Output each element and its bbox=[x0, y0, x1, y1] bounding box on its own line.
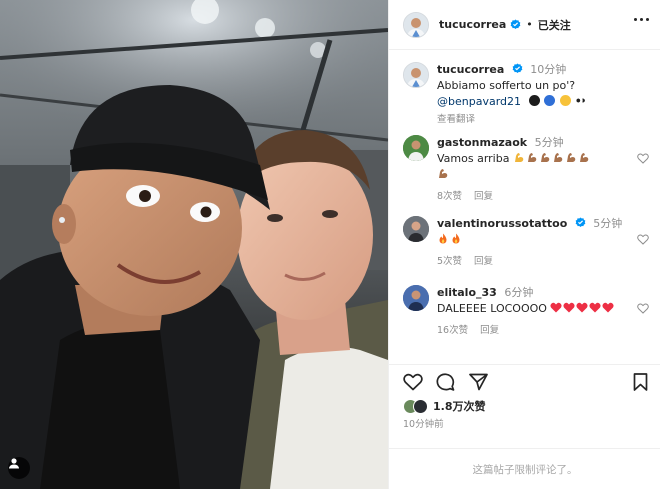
comments-list: tucucorrea 10分钟 Abbiamo sofferto un po'?… bbox=[389, 51, 660, 363]
comment-username[interactable]: valentinorussotattoo bbox=[437, 217, 567, 230]
action-bar bbox=[389, 364, 660, 400]
bookmark-icon[interactable] bbox=[633, 373, 648, 391]
comments-limited-notice: 这篇帖子限制评论了。 bbox=[389, 448, 660, 489]
caption-mention-link[interactable]: @benpavard21 bbox=[437, 95, 521, 108]
commenter-avatar[interactable] bbox=[403, 216, 429, 242]
comment-text: Vamos arriba bbox=[437, 152, 510, 165]
red-heart-emoji bbox=[550, 302, 562, 313]
verified-badge-icon bbox=[575, 217, 586, 227]
post-photo[interactable] bbox=[0, 0, 388, 489]
comment-text: DALEEEE LOCOOOO bbox=[437, 302, 547, 315]
flexed-bicep-emoji bbox=[553, 153, 563, 162]
reply-button[interactable]: 回复 bbox=[480, 322, 499, 336]
user-tag-button[interactable] bbox=[8, 457, 30, 479]
fire-emoji bbox=[452, 233, 460, 244]
instagram-post: tucucorrea • 已关注 tucucorrea 10分钟 Abbiamo… bbox=[0, 0, 660, 489]
author-username[interactable]: tucucorrea bbox=[439, 18, 506, 31]
fire-emoji bbox=[439, 233, 447, 244]
verified-badge-icon bbox=[512, 63, 523, 73]
author-avatar-image bbox=[404, 12, 428, 37]
commenter-avatar-image bbox=[403, 135, 429, 161]
post-side-panel: tucucorrea • 已关注 tucucorrea 10分钟 Abbiamo… bbox=[388, 0, 660, 489]
comment-like-count[interactable]: 8次赞 bbox=[437, 188, 462, 202]
reply-button[interactable]: 回复 bbox=[474, 188, 493, 202]
red-heart-emoji bbox=[576, 302, 588, 313]
more-options-icon[interactable] bbox=[634, 18, 649, 21]
heart-icon[interactable] bbox=[637, 153, 649, 164]
see-translation-link[interactable]: 查看翻译 bbox=[437, 111, 475, 125]
caption-time: 10分钟 bbox=[530, 63, 567, 76]
caption-avatar-image bbox=[404, 63, 428, 87]
comment-time: 5分钟 bbox=[593, 217, 623, 230]
flexed-bicep-emoji bbox=[566, 153, 576, 162]
blue-circle-emoji bbox=[544, 95, 556, 106]
flexed-bicep-emoji bbox=[579, 153, 589, 162]
red-heart-emoji bbox=[563, 302, 575, 313]
comment-time: 5分钟 bbox=[534, 136, 564, 149]
red-heart-emoji bbox=[589, 302, 601, 313]
comment-like-count[interactable]: 16次赞 bbox=[437, 322, 468, 336]
flexed-bicep-emoji bbox=[439, 169, 448, 178]
flexed-bicep-emoji bbox=[540, 153, 550, 162]
red-heart-emoji bbox=[602, 302, 614, 313]
caption-username[interactable]: tucucorrea bbox=[437, 63, 504, 76]
likes-count[interactable]: 1.8万次赞 bbox=[433, 398, 486, 414]
post-timestamp[interactable]: 10分钟前 bbox=[403, 416, 444, 430]
eyes-emoji bbox=[575, 95, 587, 106]
heart-icon[interactable] bbox=[403, 373, 423, 391]
following-button[interactable]: 已关注 bbox=[538, 17, 571, 33]
commenter-avatar-image bbox=[403, 285, 429, 311]
comment-body: gastonmazaok 5分钟 Vamos arriba 8次赞 回复 bbox=[437, 135, 633, 202]
comment-body: valentinorussotattoo 5分钟 5次赞 回复 bbox=[437, 216, 633, 267]
selfie-illustration bbox=[0, 0, 388, 489]
flexed-bicep-emoji bbox=[514, 153, 524, 162]
heart-icon[interactable] bbox=[637, 234, 649, 245]
header-separator: • bbox=[526, 18, 533, 31]
commenter-avatar[interactable] bbox=[403, 285, 429, 311]
caption-avatar[interactable] bbox=[403, 62, 429, 88]
liker-avatar bbox=[413, 398, 428, 414]
comment-username[interactable]: elitalo_33 bbox=[437, 286, 497, 299]
tongue-out-emoji bbox=[559, 95, 571, 106]
comment-username[interactable]: gastonmazaok bbox=[437, 136, 527, 149]
author-avatar[interactable] bbox=[403, 11, 429, 38]
likes-summary[interactable]: 1.8万次赞 bbox=[403, 398, 486, 414]
share-icon[interactable] bbox=[469, 373, 488, 391]
flexed-bicep-emoji bbox=[527, 153, 537, 162]
caption-body: tucucorrea 10分钟 Abbiamo sofferto un po'?… bbox=[437, 62, 633, 125]
caption-text: Abbiamo sofferto un po'? bbox=[437, 79, 576, 92]
comment-icon[interactable] bbox=[436, 373, 455, 392]
post-header: tucucorrea • 已关注 bbox=[389, 0, 660, 50]
heart-icon[interactable] bbox=[637, 303, 649, 314]
commenter-avatar-image bbox=[403, 216, 429, 242]
comment-time: 6分钟 bbox=[504, 286, 534, 299]
comment-like-count[interactable]: 5次赞 bbox=[437, 253, 462, 267]
commenter-avatar[interactable] bbox=[403, 135, 429, 161]
verified-badge-icon bbox=[510, 19, 521, 29]
person-tag-icon bbox=[9, 458, 19, 469]
reply-button[interactable]: 回复 bbox=[474, 253, 493, 267]
comment-body: elitalo_33 6分钟 DALEEEE LOCOOOO 16次赞 回复 bbox=[437, 285, 633, 336]
black-circle-emoji bbox=[528, 95, 540, 106]
